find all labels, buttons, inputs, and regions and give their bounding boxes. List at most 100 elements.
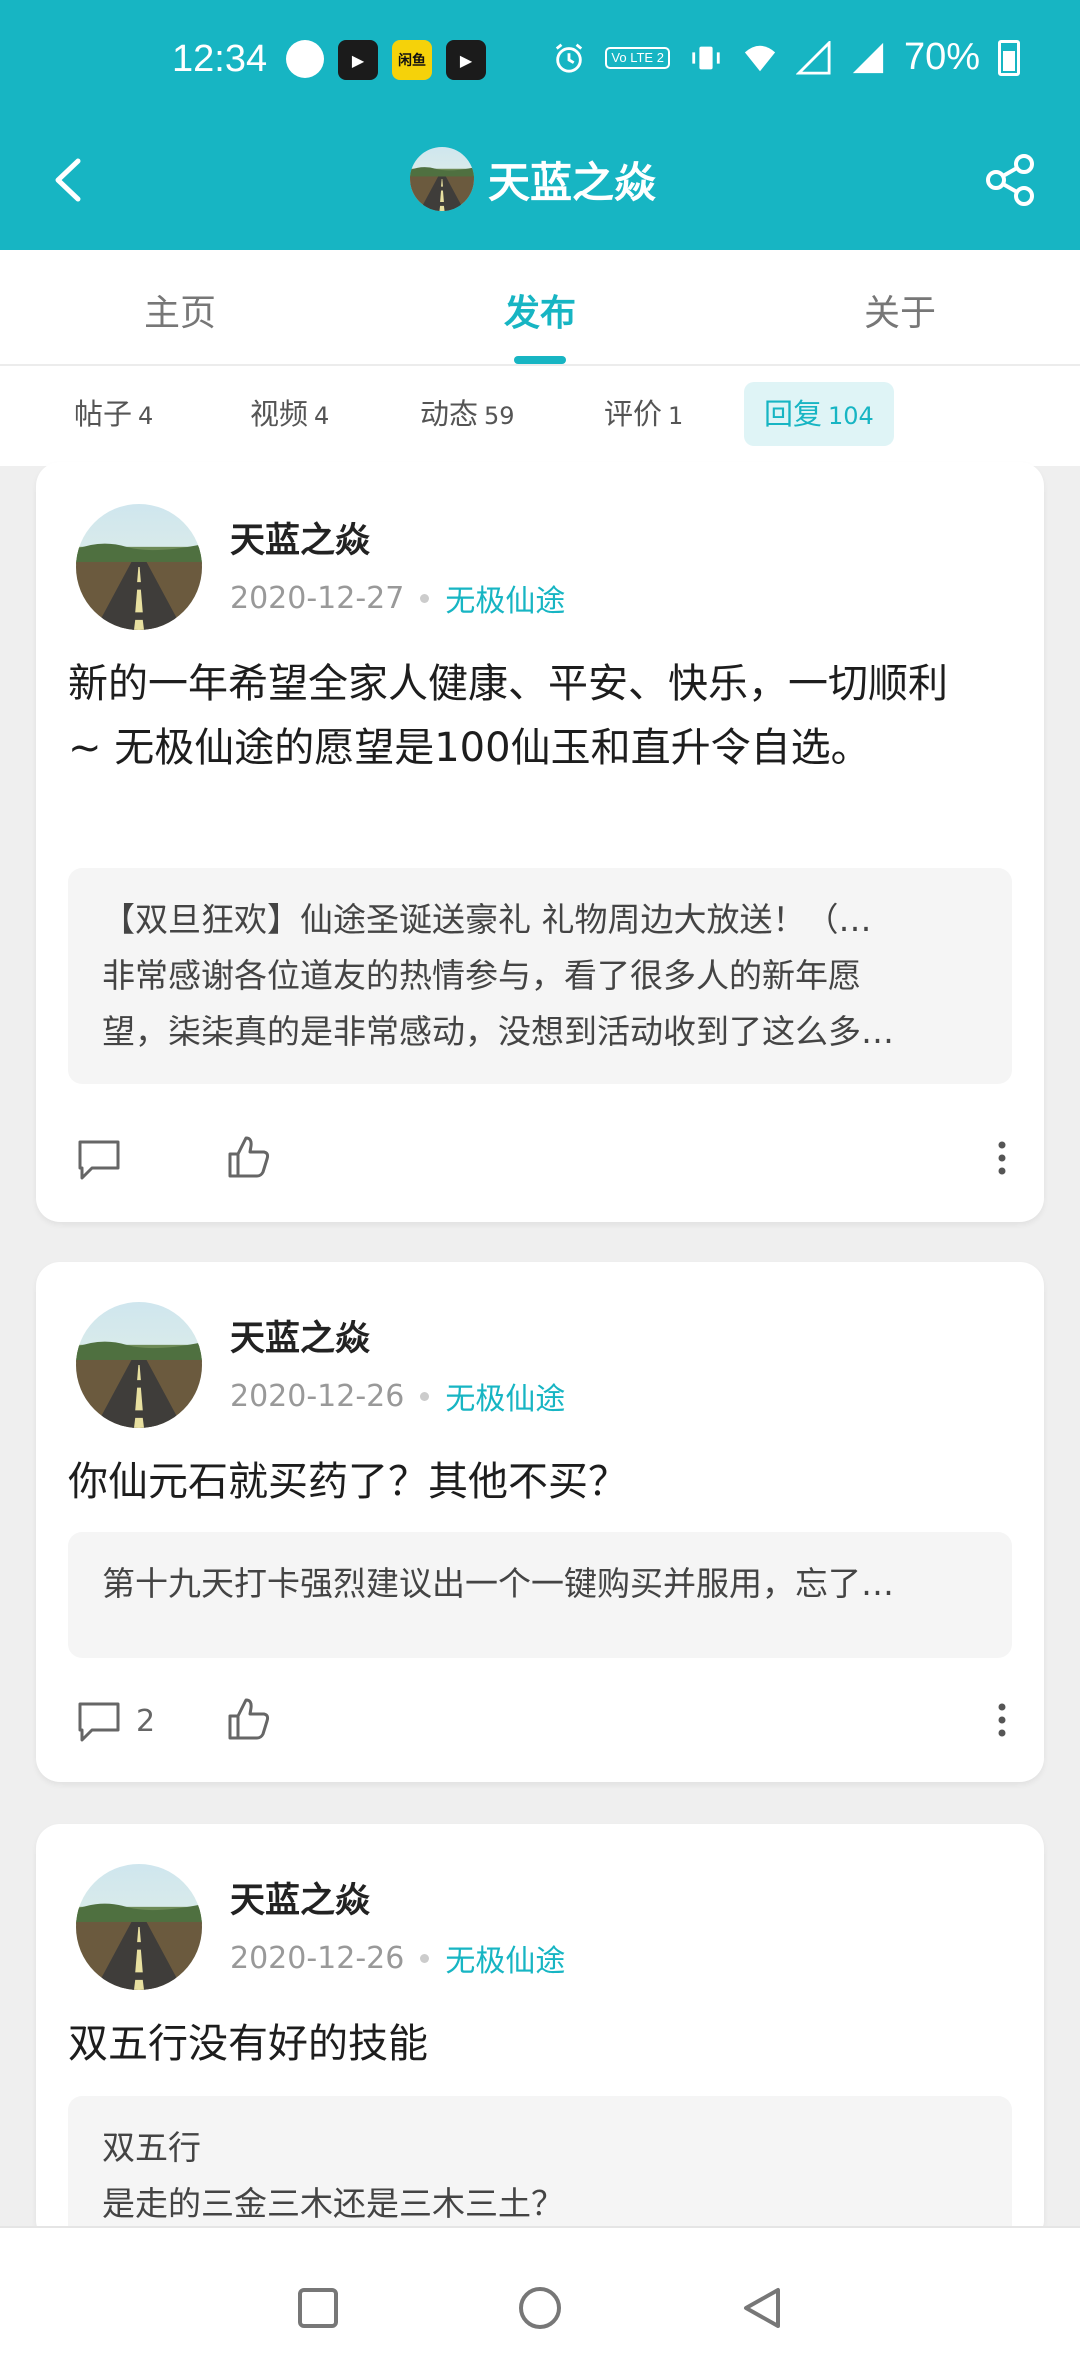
globe-icon: [286, 40, 324, 78]
subtab-count: 59: [484, 402, 515, 430]
battery-icon: [998, 39, 1020, 76]
post-meta: 2020-12-26 无极仙途: [230, 1374, 565, 1418]
page-title: 天蓝之焱: [488, 157, 657, 207]
card-actions: 2: [36, 1692, 1044, 1752]
game-link[interactable]: 无极仙途: [445, 1936, 565, 1980]
subtab-label: 视频: [250, 397, 309, 431]
like-button[interactable]: [226, 1134, 272, 1184]
more-vertical-icon: [998, 1703, 1006, 1737]
share-icon: [986, 154, 1034, 206]
post-meta: 2020-12-26 无极仙途: [230, 1936, 565, 1980]
back-button[interactable]: [38, 150, 98, 210]
post-date: 2020-12-26: [230, 1378, 405, 1414]
game-link[interactable]: 无极仙途: [445, 576, 565, 620]
reply-text: 双五行没有好的技能: [68, 2012, 1028, 2076]
avatar[interactable]: [76, 1864, 202, 1990]
active-tab-indicator: [514, 356, 566, 364]
author-name[interactable]: 天蓝之焱: [230, 1310, 370, 1361]
subtab-count: 4: [314, 402, 330, 430]
status-bar: 12:34 ▶ 闲鱼 ▶ Vo LTE 2 70%: [0, 0, 1080, 120]
quote-line: 非常感谢各位道友的热情参与，看了很多人的新年愿: [102, 956, 861, 995]
reply-card[interactable]: 天蓝之焱 2020-12-27 无极仙途 新的一年希望全家人健康、平安、快乐，一…: [36, 462, 1044, 1222]
subtab-label: 评价: [604, 397, 663, 431]
tab-publish[interactable]: 发布: [504, 284, 576, 336]
subtab-reviews[interactable]: 评价 1: [584, 382, 703, 446]
xianyu-app-icon: 闲鱼: [392, 40, 432, 80]
vibrate-icon: [692, 46, 720, 69]
quoted-post[interactable]: 双五行 是走的三金三木还是三木三土？: [68, 2096, 1012, 2244]
post-meta: 2020-12-27 无极仙途: [230, 576, 565, 620]
wifi-icon: [744, 45, 776, 71]
separator-dot: [420, 1391, 430, 1401]
title-bar: 天蓝之焱: [0, 120, 1080, 250]
circle-icon: [519, 2287, 561, 2329]
more-button[interactable]: [996, 1140, 1008, 1180]
subtab-moments[interactable]: 动态 59: [400, 382, 535, 446]
more-vertical-icon: [998, 1141, 1006, 1175]
signal-icon: [795, 40, 831, 75]
quote-line: 第十九天打卡强烈建议出一个一键购买并服用，忘了…: [102, 1564, 894, 1603]
system-nav-bar: [0, 2226, 1080, 2376]
avatar[interactable]: [76, 504, 202, 630]
battery-percent: 70%: [903, 36, 980, 78]
main-tabs: 主页 发布 关于: [0, 250, 1080, 366]
comment-icon: [78, 1702, 120, 1742]
quoted-post[interactable]: 【双旦狂欢】仙途圣诞送豪礼 礼物周边大放送！（… 非常感谢各位道友的热情参与，看…: [68, 868, 1012, 1084]
reply-text-line: 新的一年希望全家人健康、平安、快乐，一切顺利: [68, 661, 948, 707]
subtab-videos[interactable]: 视频 4: [230, 382, 349, 446]
subtab-count: 104: [828, 402, 874, 430]
subtab-label: 回复: [764, 397, 823, 431]
more-button[interactable]: [996, 1702, 1008, 1742]
lte-icon: Vo LTE 2: [605, 46, 670, 69]
square-icon: [298, 2288, 338, 2328]
tab-home[interactable]: 主页: [144, 284, 216, 336]
subtab-count: 1: [668, 402, 684, 430]
avatar[interactable]: [76, 1302, 202, 1428]
back-nav-button[interactable]: [732, 2278, 792, 2338]
thumbs-up-icon: [228, 1698, 270, 1740]
subtab-label: 动态: [420, 397, 479, 431]
comment-icon: [78, 1140, 120, 1180]
signal-icon-2: [852, 42, 884, 73]
home-button[interactable]: [510, 2278, 570, 2338]
quote-line: 双五行: [102, 2128, 201, 2167]
reply-card[interactable]: 天蓝之焱 2020-12-26 无极仙途 双五行没有好的技能 双五行 是走的三金…: [36, 1824, 1044, 2244]
app-header: 12:34 ▶ 闲鱼 ▶ Vo LTE 2 70% 天蓝之焱: [0, 0, 1080, 250]
reply-text-line: 你仙元石就买药了？其他不买？: [68, 1459, 628, 1505]
alarm-icon: [556, 43, 583, 73]
card-actions: [36, 1130, 1044, 1190]
triangle-back-icon: [744, 2288, 780, 2328]
post-date: 2020-12-27: [230, 580, 405, 616]
reply-text: 新的一年希望全家人健康、平安、快乐，一切顺利 ~ 无极仙途的愿望是100仙玉和直…: [68, 652, 1028, 780]
quote-line: 望，柒柒真的是非常感动，没想到活动收到了这么多…: [102, 1012, 894, 1051]
avatar[interactable]: [410, 147, 474, 211]
game-link[interactable]: 无极仙途: [445, 1374, 565, 1418]
status-right: Vo LTE 2 70%: [551, 36, 1020, 79]
share-button[interactable]: [980, 150, 1040, 210]
author-name[interactable]: 天蓝之焱: [230, 1872, 370, 1923]
comment-button[interactable]: 2: [76, 1698, 155, 1744]
thumbs-up-icon: [228, 1136, 270, 1178]
chevron-left-icon: [55, 158, 81, 202]
quote-line: 【双旦狂欢】仙途圣诞送豪礼 礼物周边大放送！（…: [102, 900, 872, 939]
quote-line: 是走的三金三木还是三木三土？: [102, 2184, 564, 2223]
like-button[interactable]: [226, 1696, 272, 1746]
reply-text: 你仙元石就买药了？其他不买？: [68, 1450, 1028, 1514]
recents-button[interactable]: [288, 2278, 348, 2338]
separator-dot: [420, 593, 430, 603]
user-title: 天蓝之焱: [410, 144, 656, 214]
reply-text-line: ~ 无极仙途的愿望是100仙玉和直升令自选。: [68, 725, 871, 771]
status-time: 12:34: [172, 38, 268, 80]
notification-icons: ▶ 闲鱼 ▶: [286, 40, 486, 80]
tab-about[interactable]: 关于: [864, 284, 936, 336]
comment-count: 2: [136, 1703, 156, 1739]
subtab-replies[interactable]: 回复 104: [744, 382, 894, 446]
comment-button[interactable]: [76, 1136, 136, 1182]
subtab-posts[interactable]: 帖子 4: [54, 382, 173, 446]
author-name[interactable]: 天蓝之焱: [230, 512, 370, 563]
reply-text-line: 双五行没有好的技能: [68, 2021, 428, 2067]
quoted-post[interactable]: 第十九天打卡强烈建议出一个一键购买并服用，忘了…: [68, 1532, 1012, 1658]
subtab-label: 帖子: [74, 397, 133, 431]
post-date: 2020-12-26: [230, 1940, 405, 1976]
reply-card[interactable]: 天蓝之焱 2020-12-26 无极仙途 你仙元石就买药了？其他不买？ 第十九天…: [36, 1262, 1044, 1782]
